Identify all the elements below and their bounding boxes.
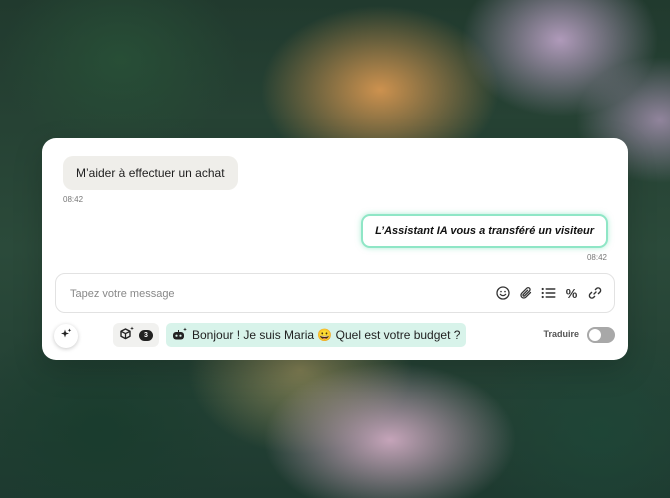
link-icon[interactable] (587, 286, 602, 301)
toggle-knob (589, 329, 601, 341)
cube-sparkle-icon (119, 326, 135, 345)
list-icon[interactable] (541, 286, 556, 301)
sparkle-icon (60, 327, 72, 345)
incoming-message-bubble: M’aider à effectuer un achat (63, 156, 238, 190)
translate-toggle[interactable] (587, 327, 615, 343)
percent-icon[interactable]: % (564, 286, 579, 301)
macros-button[interactable]: 3 (113, 323, 159, 347)
chat-panel: M’aider à effectuer un achat 08:42 L’Ass… (42, 138, 628, 360)
robot-sparkle-icon (172, 327, 188, 344)
emoji-icon[interactable] (495, 286, 510, 301)
composer-toolbar: % (495, 274, 602, 312)
paperclip-icon[interactable] (518, 286, 533, 301)
ai-suggestion-text: Bonjour ! Je suis Maria 😀 Quel est votre… (192, 328, 461, 342)
incoming-message-time: 08:42 (63, 195, 84, 204)
ai-assist-button[interactable] (54, 324, 78, 348)
outgoing-system-message-bubble: L’Assistant IA vous a transféré un visit… (361, 214, 608, 248)
outgoing-message-time: 08:42 (586, 253, 607, 262)
translate-label: Traduire (543, 329, 579, 339)
macros-count-badge: 3 (139, 329, 153, 341)
message-input[interactable] (68, 274, 472, 314)
ai-suggestion-chip[interactable]: Bonjour ! Je suis Maria 😀 Quel est votre… (166, 323, 467, 347)
message-composer: % (55, 273, 615, 314)
